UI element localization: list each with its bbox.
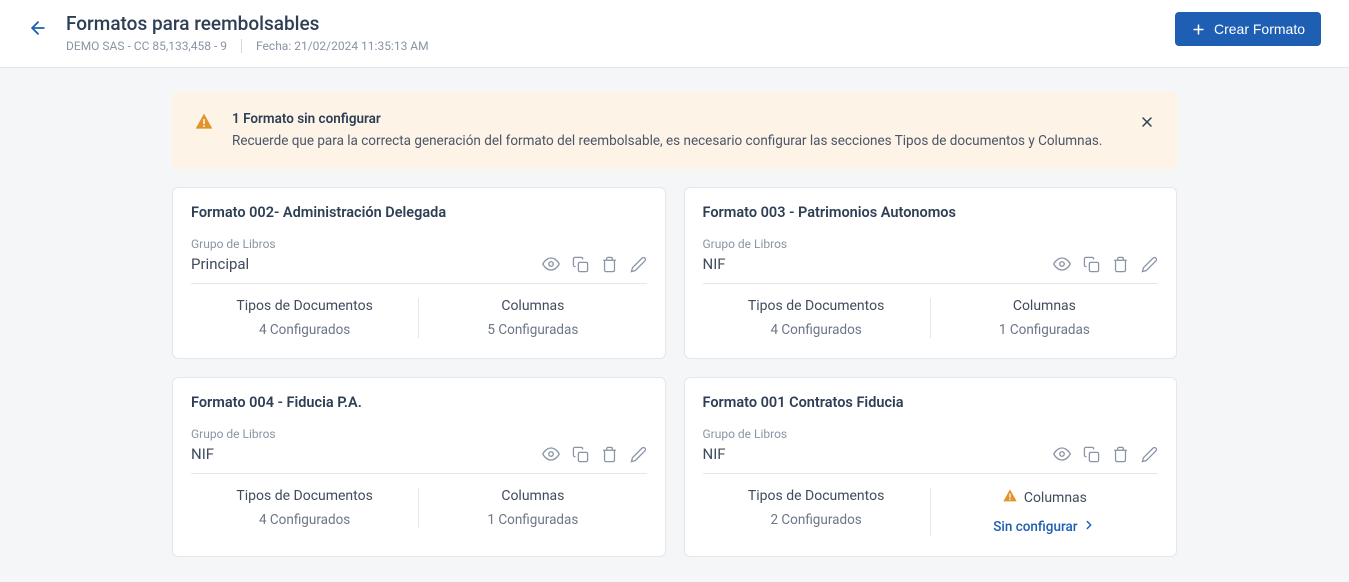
card-value-row: Principal xyxy=(191,255,647,284)
page-subtitle: DEMO SAS - CC 85,133,458 - 9 Fecha: 21/0… xyxy=(66,39,429,53)
page-header: Formatos para reembolsables DEMO SAS - C… xyxy=(0,0,1349,68)
copy-icon[interactable] xyxy=(1083,256,1100,273)
stat-columns: Columnas Sin configurar xyxy=(930,488,1158,536)
card-title: Formato 004 - Fiducia P.A. xyxy=(191,394,647,411)
group-label: Grupo de Libros xyxy=(191,427,647,441)
page-title: Formatos para reembolsables xyxy=(66,12,429,35)
trash-icon[interactable] xyxy=(601,256,618,273)
stat-columns-label-wrap: Columnas xyxy=(931,488,1158,508)
card-actions xyxy=(542,255,647,273)
group-value: NIF xyxy=(703,445,726,463)
card-value-row: NIF xyxy=(703,445,1159,474)
configure-link[interactable]: Sin configurar xyxy=(993,518,1095,536)
stat-columns: Columnas 5 Configuradas xyxy=(418,298,646,338)
alert-title: 1 Formato sin configurar xyxy=(232,110,1121,130)
plus-icon xyxy=(1191,22,1206,37)
card-actions xyxy=(1053,445,1158,463)
group-value: NIF xyxy=(191,445,214,463)
cards-grid: Formato 002- Administración Delegada Grup… xyxy=(172,187,1177,557)
stat-columns-label-wrap: Columnas xyxy=(419,488,646,504)
card-title: Formato 001 Contratos Fiducia xyxy=(703,394,1159,411)
eye-icon[interactable] xyxy=(542,445,560,463)
group-label: Grupo de Libros xyxy=(191,237,647,251)
stat-columns-label-wrap: Columnas xyxy=(419,298,646,314)
format-card: Formato 002- Administración Delegada Grup… xyxy=(172,187,666,359)
eye-icon[interactable] xyxy=(542,255,560,273)
stat-columns-label-wrap: Columnas xyxy=(931,298,1158,314)
stat-tipos-label: Tipos de Documentos xyxy=(703,298,930,314)
warning-alert: 1 Formato sin configurar Recuerde que pa… xyxy=(172,92,1177,169)
stat-tipos-value: 4 Configurados xyxy=(191,512,418,528)
eye-icon[interactable] xyxy=(1053,445,1071,463)
chevron-right-icon xyxy=(1082,518,1096,536)
stat-columns-value: 5 Configuradas xyxy=(419,322,646,338)
pencil-icon[interactable] xyxy=(1141,256,1158,273)
card-title: Formato 002- Administración Delegada xyxy=(191,204,647,221)
stat-tipos-value: 4 Configurados xyxy=(191,322,418,338)
stat-columns-value: 1 Configuradas xyxy=(419,512,646,528)
stat-tipos-value: 4 Configurados xyxy=(703,322,930,338)
stat-tipos: Tipos de Documentos 4 Configurados xyxy=(191,488,418,528)
stat-tipos-value: 2 Configurados xyxy=(703,512,930,528)
warning-triangle-icon xyxy=(1002,488,1018,508)
divider xyxy=(241,39,242,53)
stat-tipos-label: Tipos de Documentos xyxy=(191,488,418,504)
card-stats: Tipos de Documentos4 ConfiguradosColumna… xyxy=(191,298,647,338)
content-area: 1 Formato sin configurar Recuerde que pa… xyxy=(172,68,1177,581)
format-card: Formato 003 - Patrimonios Autonomos Grupo… xyxy=(684,187,1178,359)
copy-icon[interactable] xyxy=(572,446,589,463)
company-id: DEMO SAS - CC 85,133,458 - 9 xyxy=(66,39,227,53)
copy-icon[interactable] xyxy=(572,256,589,273)
group-label: Grupo de Libros xyxy=(703,237,1159,251)
pencil-icon[interactable] xyxy=(630,446,647,463)
stat-columns-label: Columnas xyxy=(1013,298,1076,314)
stat-tipos: Tipos de Documentos 4 Configurados xyxy=(703,298,930,338)
card-title: Formato 003 - Patrimonios Autonomos xyxy=(703,204,1159,221)
pencil-icon[interactable] xyxy=(630,256,647,273)
group-label: Grupo de Libros xyxy=(703,427,1159,441)
stat-columns-label: Columnas xyxy=(501,298,564,314)
stat-columns: Columnas 1 Configuradas xyxy=(930,298,1158,338)
format-card: Formato 004 - Fiducia P.A. Grupo de Libro… xyxy=(172,377,666,557)
pencil-icon[interactable] xyxy=(1141,446,1158,463)
stat-tipos-label: Tipos de Documentos xyxy=(191,298,418,314)
stat-columns-label: Columnas xyxy=(501,488,564,504)
stat-columns: Columnas 1 Configuradas xyxy=(418,488,646,528)
group-value: Principal xyxy=(191,255,249,273)
card-stats: Tipos de Documentos2 ConfiguradosColumna… xyxy=(703,488,1159,536)
card-actions xyxy=(542,445,647,463)
trash-icon[interactable] xyxy=(601,446,618,463)
card-value-row: NIF xyxy=(191,445,647,474)
stat-tipos: Tipos de Documentos 2 Configurados xyxy=(703,488,930,536)
trash-icon[interactable] xyxy=(1112,256,1129,273)
back-arrow-icon[interactable] xyxy=(28,18,48,42)
format-card: Formato 001 Contratos Fiducia Grupo de Li… xyxy=(684,377,1178,557)
eye-icon[interactable] xyxy=(1053,255,1071,273)
card-value-row: NIF xyxy=(703,255,1159,284)
group-value: NIF xyxy=(703,255,726,273)
trash-icon[interactable] xyxy=(1112,446,1129,463)
alert-body: 1 Formato sin configurar Recuerde que pa… xyxy=(232,110,1121,151)
card-actions xyxy=(1053,255,1158,273)
stat-tipos: Tipos de Documentos 4 Configurados xyxy=(191,298,418,338)
stat-tipos-label: Tipos de Documentos xyxy=(703,488,930,504)
alert-message: Recuerde que para la correcta generación… xyxy=(232,132,1121,152)
create-format-button[interactable]: Crear Formato xyxy=(1175,12,1321,46)
header-left: Formatos para reembolsables DEMO SAS - C… xyxy=(28,12,429,53)
stat-columns-value: 1 Configuradas xyxy=(931,322,1158,338)
card-stats: Tipos de Documentos4 ConfiguradosColumna… xyxy=(703,298,1159,338)
header-titles: Formatos para reembolsables DEMO SAS - C… xyxy=(66,12,429,53)
close-icon[interactable] xyxy=(1139,114,1155,134)
copy-icon[interactable] xyxy=(1083,446,1100,463)
warning-triangle-icon xyxy=(194,112,214,136)
card-stats: Tipos de Documentos4 ConfiguradosColumna… xyxy=(191,488,647,528)
create-format-label: Crear Formato xyxy=(1214,21,1305,37)
timestamp: Fecha: 21/02/2024 11:35:13 AM xyxy=(256,39,429,53)
stat-columns-label: Columnas xyxy=(1024,490,1087,506)
